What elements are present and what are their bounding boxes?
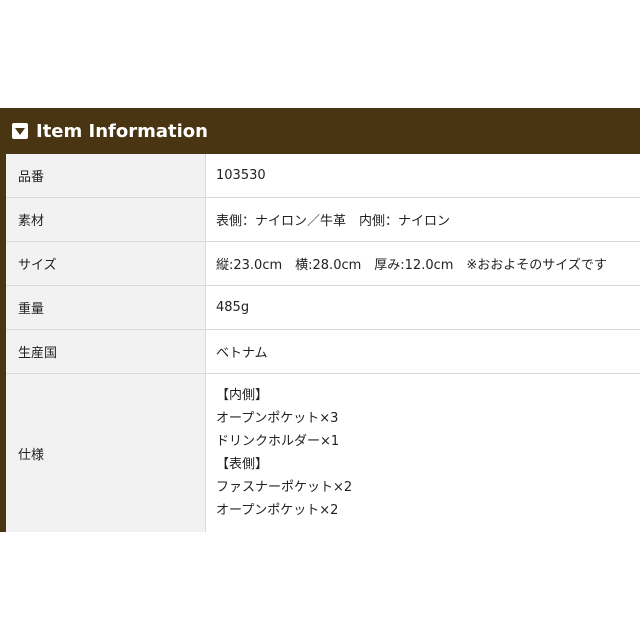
spec-line: オープンポケット×2 [216, 503, 339, 518]
table-row: サイズ 縦:23.0cm 横:28.0cm 厚み:12.0cm ※おおよそのサイ… [6, 242, 640, 286]
item-information-panel: Item Information 品番 103530 素材 表側：ナイロン／牛革… [0, 108, 640, 532]
row-label: 素材 [6, 198, 206, 241]
row-label: 生産国 [6, 330, 206, 373]
table-row: 生産国 ベトナム [6, 330, 640, 374]
row-value: ベトナム [216, 346, 268, 361]
spec-line: 【内側】 [216, 388, 269, 403]
spec-table: 品番 103530 素材 表側：ナイロン／牛革 内側：ナイロン サイズ 縦:23… [6, 154, 640, 532]
spec-line: ファスナーポケット×2 [216, 480, 353, 495]
row-value-multiline: 【内側】 オープンポケット×3 ドリンクホルダー×1 【表側】 ファスナーポケッ… [206, 374, 640, 532]
row-value: 485g [216, 300, 250, 315]
spec-line: オープンポケット×3 [216, 411, 339, 426]
section-title: Item Information [36, 120, 208, 142]
row-value: 表側：ナイロン／牛革 内側：ナイロン [216, 214, 451, 229]
row-label: サイズ [6, 242, 206, 285]
section-header[interactable]: Item Information [0, 108, 640, 154]
row-label: 品番 [6, 154, 206, 197]
row-value: 103530 [216, 168, 266, 183]
table-row: 素材 表側：ナイロン／牛革 内側：ナイロン [6, 198, 640, 242]
table-row: 仕様 【内側】 オープンポケット×3 ドリンクホルダー×1 【表側】 ファスナー… [6, 374, 640, 532]
spec-line: ドリンクホルダー×1 [216, 434, 340, 449]
row-label: 重量 [6, 286, 206, 329]
row-label: 仕様 [6, 374, 206, 532]
row-value: 縦:23.0cm 横:28.0cm 厚み:12.0cm ※おおよそのサイズです [216, 258, 607, 273]
table-row: 品番 103530 [6, 154, 640, 198]
table-row: 重量 485g [6, 286, 640, 330]
triangle-down-icon [12, 123, 28, 139]
spec-line: 【表側】 [216, 457, 269, 472]
